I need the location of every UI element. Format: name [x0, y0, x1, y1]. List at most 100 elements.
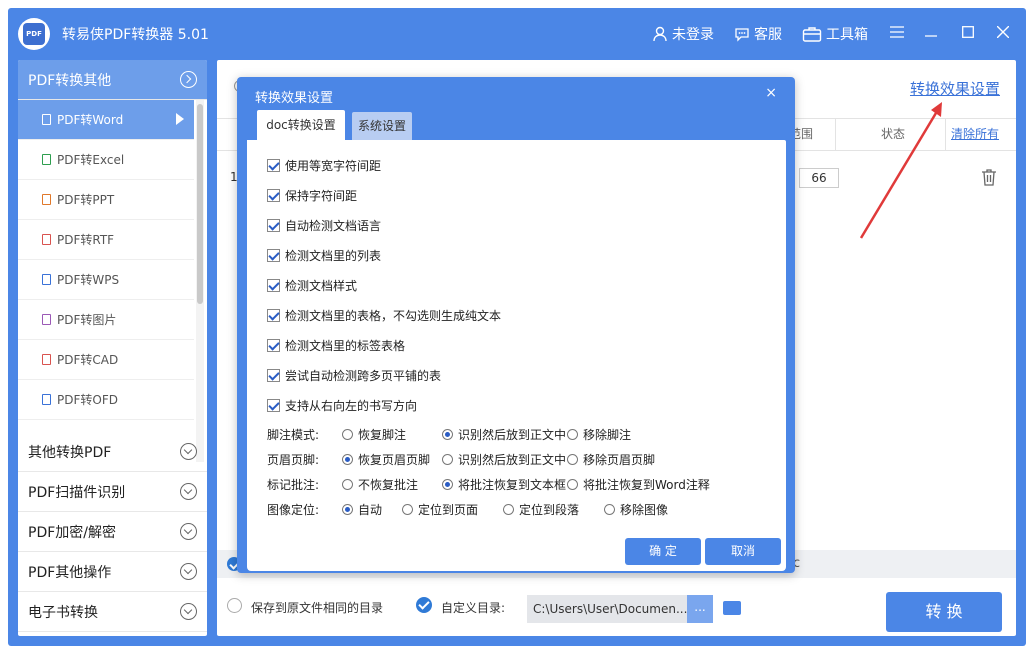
checkbox-icon [267, 308, 280, 322]
sidebar-group-pdf-ocr[interactable]: PDF扫描件识别 [18, 472, 207, 512]
sidebar-item-pdf-to-ofd[interactable]: PDF转OFD [18, 380, 194, 420]
toolbox-icon [802, 27, 822, 42]
annotation-none-radio[interactable]: 不恢复批注 [342, 476, 418, 493]
checkbox-detect-lists[interactable]: 检测文档里的列表 [267, 247, 381, 263]
sidebar-item-pdf-to-rtf[interactable]: PDF转RTF [18, 220, 194, 260]
sidebar-scrollbar-thumb[interactable] [197, 104, 203, 304]
header-footer-label: 页眉页脚: [267, 453, 320, 467]
image-paragraph-radio[interactable]: 定位到段落 [503, 501, 579, 518]
folder-icon[interactable] [723, 601, 741, 615]
custom-dir-radio[interactable] [416, 597, 432, 613]
sidebar: PDF转换其他 PDF转Word PDF转Excel PDF转PPT PDF转R… [18, 60, 207, 636]
checkbox-label: 检测文档里的标签表格 [285, 338, 406, 353]
checkbox-label: 尝试自动检测跨多页平铺的表 [285, 368, 442, 383]
radio-label: 定位到段落 [519, 503, 580, 517]
radio-label: 移除图像 [620, 503, 669, 517]
dialog-title: 转换效果设置 [255, 91, 334, 106]
image-page-radio[interactable]: 定位到页面 [402, 501, 478, 518]
checkbox-detect-tag-tables[interactable]: 检测文档里的标签表格 [267, 337, 405, 353]
sidebar-item-pdf-to-excel[interactable]: PDF转Excel [18, 140, 194, 180]
checkbox-multipage-tables[interactable]: 尝试自动检测跨多页平铺的表 [267, 367, 441, 383]
header-restore-radio[interactable]: 恢复页眉页脚 [342, 451, 430, 468]
page-range-input[interactable]: 66 [799, 168, 839, 188]
convert-button[interactable]: 转 换 [886, 592, 1002, 632]
column-header-status: 状态 [881, 127, 906, 141]
conversion-settings-dialog: 转换效果设置 × doc转换设置 系统设置 使用等宽字符间距 保持字符间距 自动… [237, 77, 795, 573]
custom-dir-label: 自定义目录: [441, 601, 506, 615]
ok-button[interactable]: 确 定 [625, 538, 701, 565]
radio-icon [342, 429, 353, 440]
radio-icon [567, 479, 578, 490]
checkbox-icon [267, 188, 280, 202]
checkbox-icon [267, 398, 280, 412]
minimize-button[interactable] [920, 22, 942, 44]
checkbox-detect-styles[interactable]: 检测文档样式 [267, 277, 357, 293]
sidebar-item-pdf-to-ppt[interactable]: PDF转PPT [18, 180, 194, 220]
annotation-textbox-radio[interactable]: 将批注恢复到文本框 [442, 476, 566, 493]
maximize-button[interactable] [957, 22, 979, 44]
sidebar-group-label: 其他转换PDF [28, 444, 112, 461]
cancel-button[interactable]: 取消 [705, 538, 781, 565]
sidebar-item-pdf-to-word[interactable]: PDF转Word [18, 100, 194, 140]
footnote-restore-radio[interactable]: 恢复脚注 [342, 426, 406, 443]
browse-button[interactable]: ... [687, 595, 713, 623]
chevron-down-icon [180, 603, 197, 620]
sidebar-group-pdf-to-other[interactable]: PDF转换其他 [18, 60, 207, 100]
image-auto-radio[interactable]: 自动 [342, 501, 382, 518]
radio-icon [442, 429, 453, 440]
output-path-field[interactable]: C:\Users\User\Documen... [527, 595, 687, 623]
checkbox-detect-language[interactable]: 自动检测文档语言 [267, 217, 381, 233]
sidebar-item-label: PDF转OFD [57, 393, 118, 407]
footnote-inline-radio[interactable]: 识别然后放到正文中 [442, 426, 566, 443]
sidebar-item-label: PDF转RTF [57, 233, 115, 247]
chevron-down-icon [180, 563, 197, 580]
checkbox-detect-tables[interactable]: 检测文档里的表格，不勾选则生成纯文本 [267, 307, 501, 323]
maximize-icon [962, 26, 974, 38]
close-icon [996, 25, 1010, 39]
sidebar-item-pdf-to-image[interactable]: PDF转图片 [18, 300, 194, 340]
checkbox-rtl[interactable]: 支持从右向左的书写方向 [267, 397, 417, 413]
service-button[interactable]: 客服 [734, 24, 782, 44]
radio-icon [342, 454, 353, 465]
menu-button[interactable] [886, 22, 908, 44]
footnote-remove-radio[interactable]: 移除脚注 [567, 426, 631, 443]
radio-label: 将批注恢复到Word注释 [583, 478, 710, 492]
radio-label: 移除脚注 [583, 428, 632, 442]
sidebar-group-label: 电子书转换 [28, 604, 98, 621]
tab-doc-settings[interactable]: doc转换设置 [257, 110, 345, 140]
checkbox-keep-spacing[interactable]: 保持字符间距 [267, 187, 357, 203]
checkbox-label: 检测文档里的表格，不勾选则生成纯文本 [285, 308, 502, 323]
sidebar-item-pdf-to-wps[interactable]: PDF转WPS [18, 260, 194, 300]
toolbox-button[interactable]: 工具箱 [802, 24, 868, 44]
checkbox-icon [267, 158, 280, 172]
rtf-file-icon [42, 234, 51, 245]
header-inline-radio[interactable]: 识别然后放到正文中 [442, 451, 566, 468]
radio-icon [503, 504, 514, 515]
header-remove-radio[interactable]: 移除页眉页脚 [567, 451, 655, 468]
annotation-label: 标记批注: [267, 478, 320, 492]
trash-icon[interactable] [981, 168, 997, 186]
checkbox-label: 支持从右向左的书写方向 [285, 398, 418, 413]
close-button[interactable] [992, 22, 1014, 44]
image-file-icon [42, 314, 51, 325]
clear-all-link[interactable]: 清除所有 [951, 118, 999, 150]
radio-label: 恢复脚注 [358, 428, 407, 442]
radio-icon [567, 429, 578, 440]
radio-icon [604, 504, 615, 515]
same-dir-radio[interactable] [227, 598, 242, 613]
tab-system-settings[interactable]: 系统设置 [352, 112, 412, 140]
chat-icon [735, 28, 749, 42]
image-remove-radio[interactable]: 移除图像 [604, 501, 668, 518]
sidebar-group-other-to-pdf[interactable]: 其他转换PDF [18, 432, 207, 472]
dialog-close-icon[interactable]: × [765, 85, 777, 101]
login-button[interactable]: 未登录 [652, 24, 714, 44]
sidebar-item-pdf-to-cad[interactable]: PDF转CAD [18, 340, 194, 380]
sidebar-group-pdf-encrypt[interactable]: PDF加密/解密 [18, 512, 207, 552]
checkbox-label: 保持字符间距 [285, 188, 358, 203]
sidebar-group-label: PDF其他操作 [28, 564, 112, 581]
annotation-word-radio[interactable]: 将批注恢复到Word注释 [567, 476, 710, 493]
checkbox-monospace[interactable]: 使用等宽字符间距 [267, 157, 381, 173]
sidebar-group-ebook[interactable]: 电子书转换 [18, 592, 207, 632]
sidebar-group-pdf-other[interactable]: PDF其他操作 [18, 552, 207, 592]
conversion-settings-link[interactable]: 转换效果设置 [910, 78, 1000, 99]
